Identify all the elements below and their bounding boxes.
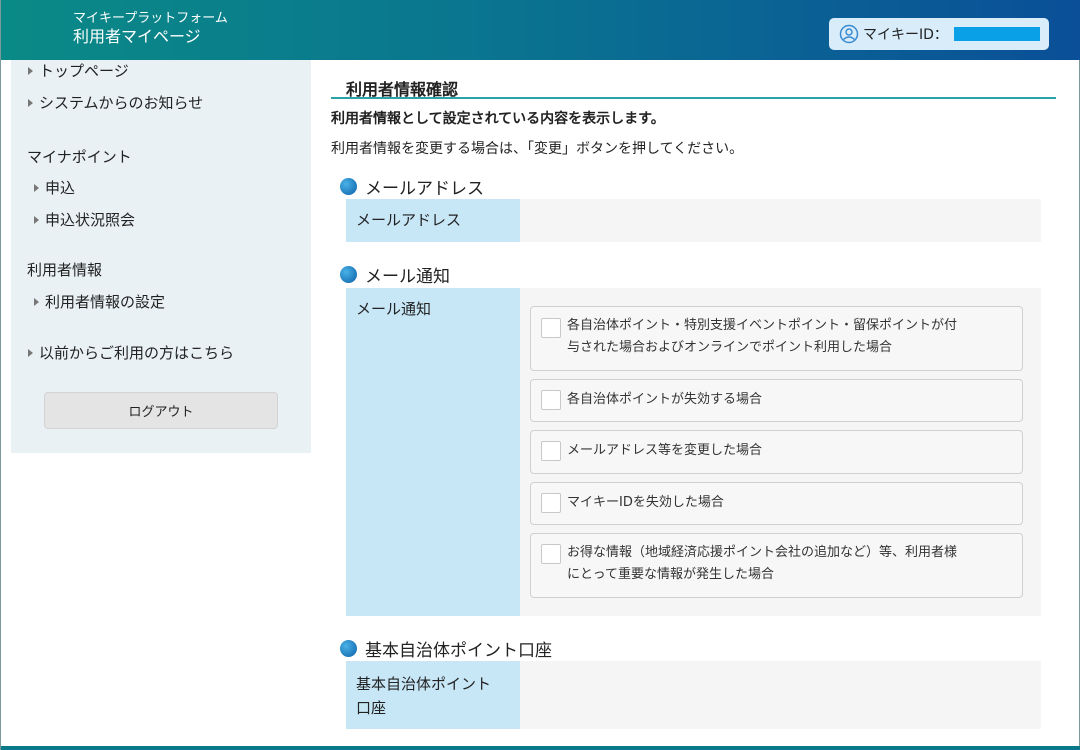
label-line: 口座 bbox=[356, 699, 387, 717]
sidebar-heading-user-info: 利用者情報 bbox=[27, 261, 103, 279]
email-row: メールアドレス bbox=[346, 199, 1041, 242]
notification-option[interactable]: マイキーIDを失効した場合 bbox=[530, 482, 1023, 525]
brand-subtitle: マイキープラットフォーム bbox=[73, 11, 228, 26]
section-heading-text: メール通知 bbox=[365, 267, 450, 287]
caret-right-icon bbox=[34, 297, 39, 306]
brand-title: 利用者マイページ bbox=[73, 27, 201, 46]
option-line: 各自治体ポイント・特別支援イベントポイント・留保ポイントが付 bbox=[567, 318, 958, 333]
sidebar-item-legacy-users[interactable]: 以前からご利用の方はこちら bbox=[28, 342, 234, 363]
page-description-bold: 利用者情報として設定されている内容を表示します。 bbox=[331, 111, 665, 127]
notification-option-text: お得な情報（地域経済応援ポイント会社の追加など）等、利用者様 にとって重要な情報… bbox=[567, 542, 1007, 586]
page-description: 利用者情報を変更する場合は、「変更」ボタンを押してください。 bbox=[331, 141, 744, 157]
sidebar-heading-mynapoint: マイナポイント bbox=[27, 148, 132, 166]
label-line: 基本自治体ポイント bbox=[356, 675, 492, 693]
sidebar-item-label: 以前からご利用の方はこちら bbox=[39, 344, 235, 362]
caret-right-icon bbox=[28, 98, 33, 107]
user-icon bbox=[839, 24, 859, 44]
bullet-icon bbox=[340, 178, 357, 195]
section-heading-email: メールアドレス bbox=[340, 174, 484, 199]
notification-checkbox[interactable] bbox=[541, 544, 561, 564]
sidebar-item-notices[interactable]: システムからのお知らせ bbox=[28, 92, 203, 113]
title-divider bbox=[331, 97, 1056, 99]
mykey-id-box: マイキーID： bbox=[829, 18, 1049, 50]
bullet-icon bbox=[340, 640, 357, 657]
sidebar-item-apply[interactable]: 申込 bbox=[34, 177, 75, 198]
notification-option-text: マイキーIDを失効した場合 bbox=[567, 495, 724, 510]
section-heading-point-account: 基本自治体ポイント口座 bbox=[340, 636, 552, 661]
caret-right-icon bbox=[34, 183, 39, 192]
option-line: お得な情報（地域経済応援ポイント会社の追加など）等、利用者様 bbox=[567, 545, 958, 560]
section-heading-text: 基本自治体ポイント口座 bbox=[365, 641, 552, 661]
sidebar-item-top-page[interactable]: トップページ bbox=[28, 60, 129, 81]
caret-right-icon bbox=[28, 66, 33, 75]
sidebar-item-label: 利用者情報の設定 bbox=[45, 293, 166, 311]
sidebar-item-label: 申込状況照会 bbox=[45, 211, 136, 229]
notification-option-text: メールアドレス等を変更した場合 bbox=[567, 443, 763, 458]
mykey-id-label: マイキーID： bbox=[863, 27, 948, 43]
notification-option-text: 各自治体ポイント・特別支援イベントポイント・留保ポイントが付 与された場合および… bbox=[567, 315, 1007, 359]
sidebar-item-label: 申込 bbox=[45, 179, 76, 197]
option-line: にとって重要な情報が発生した場合 bbox=[567, 567, 774, 582]
brand[interactable]: マイキープラットフォーム 利用者マイページ bbox=[73, 10, 228, 47]
notification-option[interactable]: お得な情報（地域経済応援ポイント会社の追加など）等、利用者様 にとって重要な情報… bbox=[530, 533, 1023, 598]
section-heading-text: メールアドレス bbox=[365, 179, 484, 199]
notification-option-text: 各自治体ポイントが失効する場合 bbox=[567, 392, 763, 407]
notification-option[interactable]: メールアドレス等を変更した場合 bbox=[530, 430, 1023, 474]
caret-right-icon bbox=[28, 348, 33, 357]
email-label: メールアドレス bbox=[346, 199, 520, 242]
option-line: 与された場合およびオンラインでポイント利用した場合 bbox=[567, 340, 893, 355]
sidebar-item-label: トップページ bbox=[39, 62, 129, 80]
sidebar-item-label: システムからのお知らせ bbox=[39, 94, 204, 112]
sidebar: トップページ システムからのお知らせ マイナポイント 申込 申込状況照会 利用者… bbox=[11, 60, 311, 453]
bullet-icon bbox=[340, 266, 357, 283]
point-account-label: 基本自治体ポイント 口座 bbox=[346, 661, 520, 729]
notification-option[interactable]: 各自治体ポイントが失効する場合 bbox=[530, 379, 1023, 422]
notification-option[interactable]: 各自治体ポイント・特別支援イベントポイント・留保ポイントが付 与された場合および… bbox=[530, 306, 1023, 371]
notification-checkbox[interactable] bbox=[541, 390, 561, 410]
notification-checkbox[interactable] bbox=[541, 318, 561, 338]
section-heading-notification: メール通知 bbox=[340, 262, 450, 287]
notification-checkbox[interactable] bbox=[541, 493, 561, 513]
mykey-id-value-redacted bbox=[953, 27, 1040, 41]
logout-button[interactable]: ログアウト bbox=[44, 392, 278, 429]
point-account-row: 基本自治体ポイント 口座 bbox=[346, 661, 1041, 729]
app-header: マイキープラットフォーム 利用者マイページ マイキーID： bbox=[1, 0, 1080, 60]
bottom-border bbox=[1, 746, 1080, 750]
notification-checkbox[interactable] bbox=[541, 441, 561, 461]
sidebar-item-apply-status[interactable]: 申込状況照会 bbox=[34, 209, 135, 230]
caret-right-icon bbox=[34, 215, 39, 224]
notification-label: メール通知 bbox=[346, 288, 520, 616]
sidebar-item-user-settings[interactable]: 利用者情報の設定 bbox=[34, 291, 165, 312]
